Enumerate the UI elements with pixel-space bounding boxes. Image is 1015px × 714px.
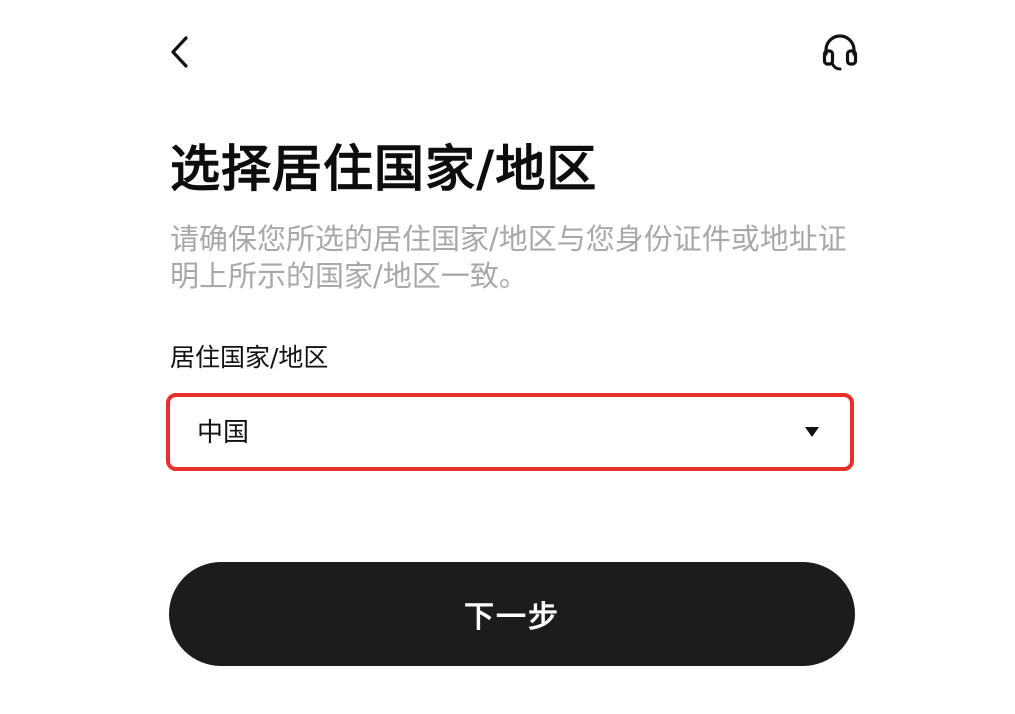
next-button[interactable]: 下一步 [169, 562, 855, 666]
customer-support-button[interactable] [816, 30, 864, 74]
back-button[interactable] [160, 30, 200, 74]
country-select-value: 中国 [197, 418, 250, 448]
headset-icon [822, 34, 858, 71]
page-title: 选择居住国家/地区 [170, 140, 598, 198]
country-field-label: 居住国家/地区 [170, 343, 329, 372]
page-subtitle: 请确保您所选的居住国家/地区与您身份证件或地址证明上所示的国家/地区一致。 [170, 222, 847, 293]
caret-down-icon [805, 427, 819, 437]
chevron-left-icon [171, 36, 188, 68]
country-select[interactable]: 中国 [166, 393, 854, 471]
